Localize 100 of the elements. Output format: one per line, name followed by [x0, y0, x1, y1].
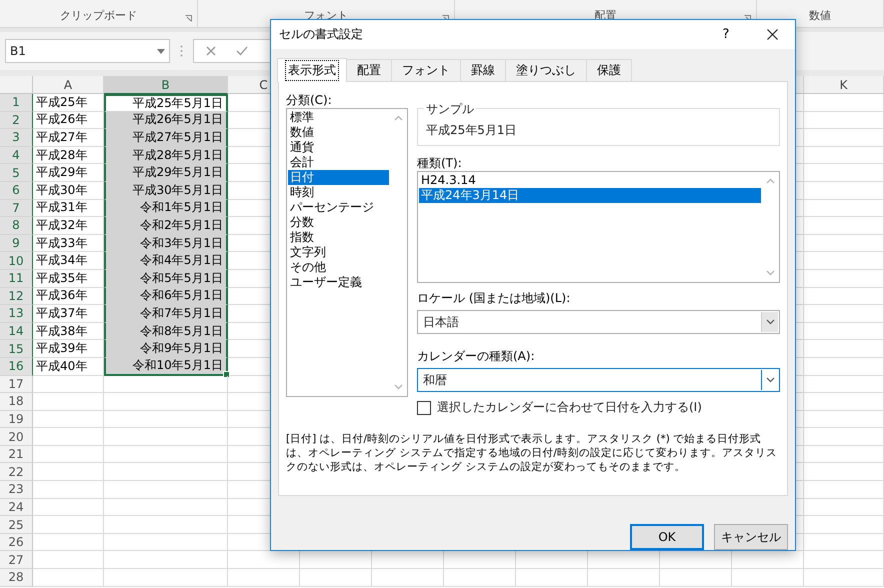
- checkbox[interactable]: 選択したカレンダーに合わせて日付を入力する(I): [417, 399, 780, 416]
- list-item[interactable]: 数値: [288, 125, 389, 140]
- scroll-down-icon: [766, 270, 775, 276]
- table-cell: 平成28年5月1日: [104, 146, 228, 164]
- launcher-icon[interactable]: [185, 15, 192, 22]
- table-cell: [33, 516, 104, 534]
- dropdown[interactable]: 和暦: [417, 368, 780, 392]
- fill-handle[interactable]: [223, 370, 230, 378]
- table-cell: [444, 569, 516, 587]
- table-cell: 令和10年5月1日: [104, 358, 228, 376]
- row-header[interactable]: 8: [0, 217, 33, 235]
- row-header[interactable]: 6: [0, 182, 33, 200]
- list-item[interactable]: 平成24年3月14日: [419, 188, 761, 203]
- window-title: セルの書式設定: [279, 26, 364, 43]
- table-cell: [33, 463, 104, 482]
- table-cell: [33, 446, 104, 464]
- caret-icon: [157, 48, 165, 54]
- table-cell: 令和7年5月1日: [104, 305, 228, 323]
- category-list[interactable]: 標準 数値 通貨 会計 日付 時刻 パーセンテージ 分数 指数 文字列 その他 ユーザー定義: [286, 108, 408, 397]
- ok-button[interactable]: OK: [630, 524, 704, 550]
- row-header[interactable]: 2: [0, 112, 33, 130]
- table-cell: [516, 569, 588, 587]
- row-header[interactable]: 10: [0, 252, 33, 270]
- group-label: クリップボード: [60, 8, 137, 23]
- row-header[interactable]: 3: [0, 129, 33, 147]
- row-header[interactable]: 24: [0, 498, 33, 516]
- row-header[interactable]: 19: [0, 410, 33, 428]
- table-cell: [300, 569, 372, 587]
- table-cell: 令和5年5月1日: [104, 270, 228, 288]
- table-cell: 令和9年5月1日: [104, 340, 228, 358]
- close-icon: [766, 29, 778, 40]
- row-header[interactable]: 17: [0, 376, 33, 394]
- row-header[interactable]: 20: [0, 428, 33, 446]
- category-label: 分類(C):: [286, 92, 333, 108]
- table-cell: [588, 569, 660, 587]
- row-header[interactable]: 23: [0, 481, 33, 499]
- tab[interactable]: 表示形式: [277, 58, 347, 82]
- table-cell: 令和2年5月1日: [104, 217, 228, 235]
- list-item[interactable]: H24.3.14: [419, 173, 761, 188]
- list-item[interactable]: 会計: [288, 155, 389, 170]
- table-cell: 平成29年5月1日: [104, 164, 228, 182]
- table-cell: [228, 569, 300, 587]
- table-cell: [33, 410, 104, 428]
- type-label: 種類(T):: [417, 155, 463, 171]
- field-label: ロケール (国または地域)(L):: [417, 290, 572, 306]
- row-header[interactable]: 27: [0, 551, 33, 570]
- list-item[interactable]: 標準: [288, 110, 389, 125]
- list-item[interactable]: 日付: [288, 170, 389, 185]
- list-item[interactable]: 指数: [288, 230, 389, 245]
- row-header[interactable]: 28: [0, 569, 33, 587]
- table-cell: 平成25年5月1日: [104, 94, 228, 112]
- column-header[interactable]: K: [804, 76, 884, 94]
- list-item[interactable]: 通貨: [288, 140, 389, 155]
- row-header[interactable]: 18: [0, 393, 33, 411]
- row-header[interactable]: 13: [0, 305, 33, 323]
- row-header[interactable]: 7: [0, 200, 33, 218]
- field-label: カレンダーの種類(A):: [417, 348, 536, 364]
- row-header[interactable]: 22: [0, 463, 33, 482]
- help-button[interactable]: ?: [703, 20, 749, 49]
- table-cell: [372, 569, 444, 587]
- type-list[interactable]: H24.3.14 平成24年3月14日: [417, 171, 780, 283]
- list-item[interactable]: 分数: [288, 215, 389, 230]
- list-item[interactable]: 時刻: [288, 185, 389, 200]
- chevron-icon: [766, 319, 774, 325]
- list-item[interactable]: パーセンテージ: [288, 200, 389, 215]
- name-box[interactable]: B1: [5, 39, 170, 63]
- tab[interactable]: 保護: [586, 59, 632, 82]
- list-item[interactable]: ユーザー定義: [288, 275, 389, 290]
- table-cell: [33, 428, 104, 446]
- table-cell: 令和6年5月1日: [104, 288, 228, 306]
- cancel-button[interactable]: キャンセル: [714, 524, 788, 550]
- grip-icon: [180, 45, 183, 57]
- row-header[interactable]: 26: [0, 534, 33, 552]
- scroll-up-icon: [766, 178, 775, 184]
- list-item[interactable]: 文字列: [288, 245, 389, 260]
- group-label: 数値: [809, 8, 831, 23]
- list-item[interactable]: その他: [288, 260, 389, 275]
- row-header[interactable]: 25: [0, 516, 33, 534]
- row-header[interactable]: 15: [0, 340, 33, 358]
- column-header[interactable]: B: [104, 76, 228, 94]
- table-cell: [660, 569, 732, 587]
- column-header[interactable]: A: [33, 76, 104, 94]
- table-cell: 平成27年5月1日: [104, 129, 228, 147]
- row-header[interactable]: 21: [0, 446, 33, 464]
- table-cell: [33, 569, 104, 587]
- table-cell: 令和4年5月1日: [104, 252, 228, 270]
- row-header[interactable]: 12: [0, 288, 33, 306]
- row-header[interactable]: 5: [0, 164, 33, 182]
- row-header[interactable]: 11: [0, 270, 33, 288]
- table-cell: 令和1年5月1日: [104, 200, 228, 218]
- table-cell: 平成26年5月1日: [104, 112, 228, 130]
- dropdown[interactable]: 日本語: [417, 310, 780, 334]
- check-icon[interactable]: [236, 46, 248, 56]
- row-header[interactable]: 1: [0, 94, 33, 112]
- cancel-icon[interactable]: [206, 46, 216, 56]
- row-header[interactable]: 4: [0, 146, 33, 164]
- table-cell: 令和8年5月1日: [104, 322, 228, 340]
- row-header[interactable]: 14: [0, 322, 33, 340]
- row-header[interactable]: 9: [0, 234, 33, 252]
- row-header[interactable]: 16: [0, 358, 33, 376]
